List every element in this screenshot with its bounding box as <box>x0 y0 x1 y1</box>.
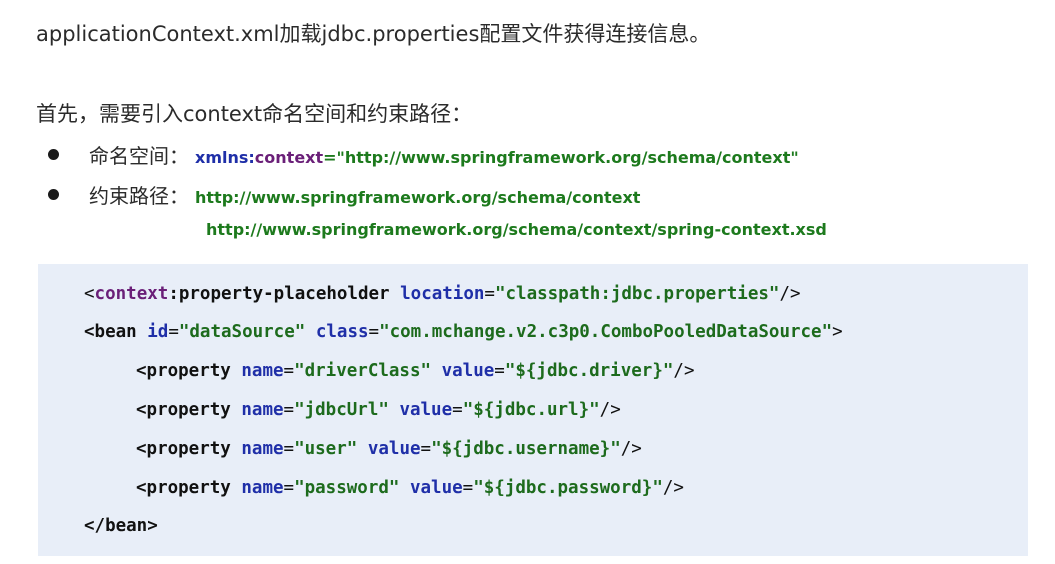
code-block: <context:property-placeholder location="… <box>38 264 1028 556</box>
name-value: "driverClass" <box>294 361 432 381</box>
value-attr: value <box>441 361 495 381</box>
id-value: "dataSource" <box>178 322 306 342</box>
name-attr: name <box>241 478 284 498</box>
class-value: "com.mchange.v2.c3p0.ComboPooledDataSour… <box>379 322 833 342</box>
code-line-placeholder: <context:property-placeholder location="… <box>84 284 801 304</box>
name-value: "password" <box>294 478 400 498</box>
equals: = <box>484 284 495 304</box>
placeholder-tag: :property-placeholder <box>168 284 390 304</box>
code-line-property: <property name="driverClass" value="${jd… <box>136 361 694 381</box>
bullet-dot-icon <box>48 189 59 200</box>
bullet-namespace: 命名空间： xmlns: context ="http://www.springfr… <box>48 140 799 169</box>
tag-close: /> <box>599 400 621 420</box>
constraint-url-2: http://www.springframework.org/schema/co… <box>206 220 827 239</box>
bean-close-tag: </bean> <box>84 516 158 536</box>
bullet-constraint: 约束路径： http://www.springframework.org/sch… <box>48 180 640 209</box>
class-attr: class <box>315 322 369 342</box>
code-line-bean: <bean id="dataSource" class="com.mchange… <box>84 322 843 342</box>
property-tag: <property <box>136 400 231 420</box>
bullet-dot-icon <box>48 149 59 160</box>
location-attr: location <box>400 284 485 304</box>
intro-text: 首先，需要引入context命名空间和约束路径： <box>36 102 473 126</box>
bean-tag: <bean <box>84 322 137 342</box>
value-value: "${jdbc.password}" <box>473 478 663 498</box>
tag-close: /> <box>620 439 642 459</box>
context-prefix: context <box>254 148 324 167</box>
property-tag: <property <box>136 361 231 381</box>
code-line-bean-end: </bean> <box>84 516 158 536</box>
tag-open: < <box>84 284 95 304</box>
equals: = <box>368 322 380 342</box>
name-attr: name <box>241 400 284 420</box>
headline: applicationContext.xml加载jdbc.properties配… <box>36 22 711 46</box>
equals: = <box>283 361 295 381</box>
value-attr: value <box>409 478 463 498</box>
tag-close: /> <box>673 361 695 381</box>
name-attr: name <box>241 361 284 381</box>
name-value: "jdbcUrl" <box>294 400 389 420</box>
tag-close: > <box>832 322 843 342</box>
value-attr: value <box>367 439 421 459</box>
name-value: "user" <box>294 439 358 459</box>
property-tag: <property <box>136 439 231 459</box>
equals: = <box>283 400 295 420</box>
value-value: "${jdbc.username}" <box>431 439 621 459</box>
value-attr: value <box>399 400 453 420</box>
equals: = <box>283 439 295 459</box>
code-line-property: <property name="user" value="${jdbc.user… <box>136 439 642 459</box>
constraint-label: 约束路径： <box>89 184 189 208</box>
xmlns-keyword: xmlns <box>195 148 249 167</box>
code-line-property: <property name="password" value="${jdbc.… <box>136 478 684 498</box>
equals: = <box>168 322 179 342</box>
equals: = <box>420 439 432 459</box>
equals: = <box>462 478 474 498</box>
tag-close: /> <box>662 478 684 498</box>
location-value: "classpath:jdbc.properties" <box>494 284 780 304</box>
equals: = <box>283 478 295 498</box>
property-tag: <property <box>136 478 231 498</box>
namespace-label: 命名空间： <box>89 144 189 168</box>
namespace-value: ="http://www.springframework.org/schema/… <box>323 148 799 167</box>
equals: = <box>494 361 505 381</box>
constraint-url-1: http://www.springframework.org/schema/co… <box>195 188 641 207</box>
equals: = <box>452 400 463 420</box>
context-namespace: context <box>94 284 169 304</box>
tag-close: /> <box>779 284 801 304</box>
code-line-property: <property name="jdbcUrl" value="${jdbc.u… <box>136 400 621 420</box>
name-attr: name <box>241 439 284 459</box>
value-value: "${jdbc.driver}" <box>504 361 674 381</box>
id-attr: id <box>147 322 169 342</box>
value-value: "${jdbc.url}" <box>462 400 600 420</box>
